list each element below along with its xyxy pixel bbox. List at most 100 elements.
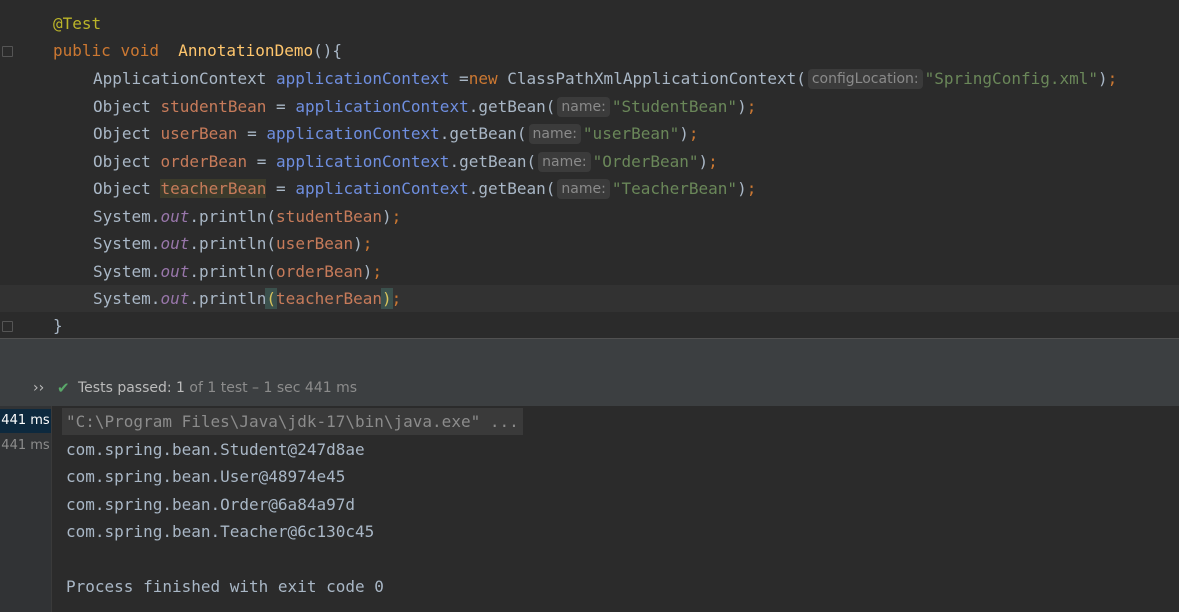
run-toolbar: ›› ✔ Tests passed: 1 of 1 test – 1 sec 4… [0,370,1179,406]
ref-name: applicationContext [295,179,469,198]
code-line-print-student[interactable]: System.out.println(studentBean); [0,203,1179,230]
semicolon: ; [688,124,699,143]
check-icon: ✔ [57,379,70,397]
out-field: out [160,234,190,253]
param-hint: name: [557,179,610,199]
open-paren-matched: ( [265,288,278,309]
code-editor[interactable]: @Test public void AnnotationDemo(){ Appl… [0,0,1179,338]
method-call: .getBean( [449,152,537,171]
string-arg: "userBean" [582,124,680,143]
method-decl: public void AnnotationDemo(){ [53,37,342,64]
ref-name: applicationContext [266,124,440,143]
var-name: userBean [160,124,238,143]
system-ref: System. [93,234,161,253]
console-output-line: com.spring.bean.Student@247d8ae [66,440,365,459]
code-line-bean-order[interactable]: Object orderBean = applicationContext.ge… [0,148,1179,175]
out-field: out [160,289,190,308]
semicolon: ; [391,207,402,226]
param-hint: name: [538,152,591,172]
kw-void: void [120,41,159,60]
console-command[interactable]: "C:\Program Files\Java\jdk-17\bin\java.e… [62,408,523,435]
close-paren: ) [353,234,363,253]
type-name: Object [93,97,151,116]
semicolon: ; [1107,69,1118,88]
out-field: out [160,262,190,281]
method-call: .getBean( [468,179,556,198]
close-paren: ) [382,207,392,226]
test-status: Tests passed: 1 of 1 test – 1 sec 441 ms [78,370,357,406]
assign-op: = [266,97,296,116]
close-paren: ) [737,97,747,116]
ctor-call: ClassPathXmlApplicationContext( [497,69,806,88]
app-context-stmt: ApplicationContext applicationContext =n… [93,65,1117,92]
annotation-text: @Test [53,14,102,33]
code-line-print-user[interactable]: System.out.println(userBean); [0,230,1179,257]
out-field: out [160,207,190,226]
println-call: .println( [189,262,277,281]
fold-marker-icon[interactable] [2,46,13,57]
system-ref: System. [93,289,161,308]
method-call: .getBean( [468,97,556,116]
print-arg: userBean [276,234,354,253]
code-line-method-decl[interactable]: public void AnnotationDemo(){ [0,37,1179,64]
passed-count: 1 [176,380,185,396]
print-arg: teacherBean [276,289,383,308]
test-time-root[interactable]: 441 ms [0,409,51,433]
type-name: Object [93,179,151,198]
test-time-child[interactable]: 441 ms [0,434,51,458]
close-paren: ) [362,262,373,281]
print-stmt: System.out.println(teacherBean); [93,285,401,312]
method-call: .getBean( [439,124,527,143]
semicolon: ; [362,234,373,253]
type-name: ApplicationContext [93,69,267,88]
system-ref: System. [93,262,161,281]
expand-chevron-icon[interactable]: ›› [33,370,44,406]
print-arg: studentBean [276,207,383,226]
system-ref: System. [93,207,161,226]
semicolon: ; [746,97,757,116]
var-name: orderBean [160,152,248,171]
code-line-bean-student[interactable]: Object studentBean = applicationContext.… [0,93,1179,120]
close-paren: ) [698,152,709,171]
status-rest: of 1 test – 1 sec 441 ms [184,380,358,396]
method-name: AnnotationDemo [178,41,314,60]
brace-open: { [332,41,342,60]
semicolon: ; [372,262,383,281]
code-line-print-order[interactable]: System.out.println(orderBean); [0,258,1179,285]
print-arg: orderBean [276,262,363,281]
string-arg: "TeacherBean" [611,179,738,198]
bean-stmt: Object orderBean = applicationContext.ge… [93,148,718,175]
code-line-annotation[interactable]: @Test [0,10,1179,37]
print-stmt: System.out.println(userBean); [93,230,372,257]
param-hint: name: [528,124,581,144]
console-output-line: com.spring.bean.Order@6a84a97d [66,495,355,514]
code-line-app-context[interactable]: ApplicationContext applicationContext =n… [0,65,1179,92]
assign-op: = [247,152,277,171]
code-line-bean-teacher[interactable]: Object teacherBean = applicationContext.… [0,175,1179,202]
kw-public: public [53,41,111,60]
assign-op: = [266,179,296,198]
print-stmt: System.out.println(orderBean); [93,258,382,285]
bean-stmt: Object studentBean = applicationContext.… [93,93,756,120]
code-line-brace-close[interactable]: } [0,312,1179,339]
panel-splitter[interactable] [0,338,1179,370]
code-line-bean-user[interactable]: Object userBean = applicationContext.get… [0,120,1179,147]
var-name: studentBean [160,97,267,116]
brace-close: } [53,316,63,335]
string-arg: "SpringConfig.xml" [924,69,1099,88]
println-call: .println( [189,207,277,226]
code-line-print-teacher-current[interactable]: System.out.println(teacherBean); [0,285,1179,312]
console-output-line: com.spring.bean.Teacher@6c130c45 [66,522,375,541]
assign-op: = [237,124,267,143]
string-arg: "OrderBean" [592,152,699,171]
kw-new: new [468,69,498,88]
println-call: .println( [189,234,277,253]
var-name: applicationContext [276,69,450,88]
bean-stmt: Object userBean = applicationContext.get… [93,120,699,147]
console-panel[interactable]: 441 ms 441 ms "C:\Program Files\Java\jdk… [0,406,1179,612]
type-name: Object [93,124,151,143]
string-arg: "StudentBean" [611,97,738,116]
fold-marker-icon[interactable] [2,321,13,332]
param-hint: configLocation: [807,69,923,89]
close-paren-matched: ) [381,288,393,309]
